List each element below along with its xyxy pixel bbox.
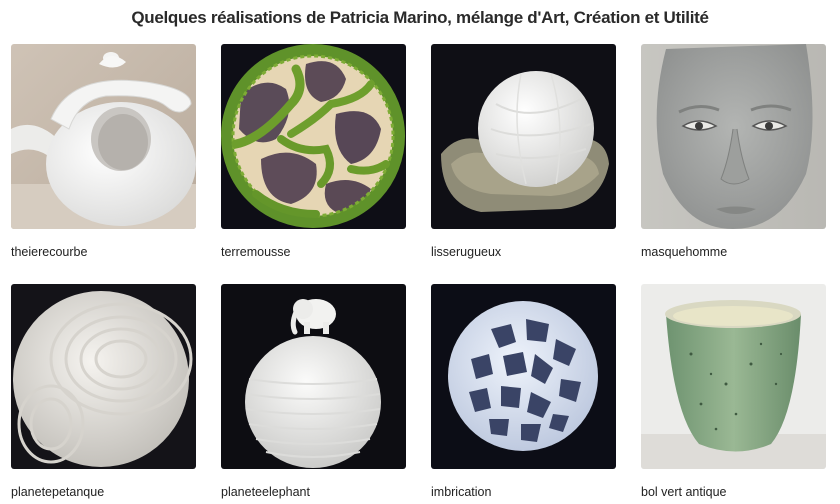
gallery-item-label[interactable]: terremousse <box>221 244 406 260</box>
gallery-item[interactable]: imbrication <box>431 284 616 504</box>
gallery-item-label[interactable]: bol vert antique <box>641 484 826 500</box>
gallery-thumbnail-moss-sphere[interactable] <box>221 44 406 229</box>
gallery-item[interactable]: bol vert antique <box>641 284 826 504</box>
gallery-thumbnail-textured-sphere[interactable] <box>11 284 196 469</box>
gallery-item-label[interactable]: imbrication <box>431 484 616 500</box>
gallery-item[interactable]: planeteelephant <box>221 284 406 504</box>
gallery-item-label[interactable]: masquehomme <box>641 244 826 260</box>
gallery-thumbnail-face-mask[interactable] <box>641 44 826 229</box>
gallery-thumbnail-lattice-sphere[interactable] <box>431 284 616 469</box>
gallery-thumbnail-elephant-jar[interactable] <box>221 284 406 469</box>
gallery-item-label[interactable]: planeteelephant <box>221 484 406 500</box>
gallery-item[interactable]: terremousse <box>221 44 406 284</box>
gallery-grid: theierecourbe terremousse lisserugueux m… <box>11 44 827 504</box>
gallery-item-label[interactable]: lisserugueux <box>431 244 616 260</box>
gallery-item[interactable]: theierecourbe <box>11 44 196 284</box>
page-title: Quelques réalisations de Patricia Marino… <box>131 8 709 27</box>
gallery-thumbnail-teapot[interactable] <box>11 44 196 229</box>
gallery-thumbnail-green-bowl[interactable] <box>641 284 826 469</box>
gallery-item-label[interactable]: theierecourbe <box>11 244 196 260</box>
gallery-item[interactable]: masquehomme <box>641 44 826 284</box>
gallery-thumbnail-smooth-rough-sphere[interactable] <box>431 44 616 229</box>
gallery-item[interactable]: planetepetanque <box>11 284 196 504</box>
gallery-item-label[interactable]: planetepetanque <box>11 484 196 500</box>
gallery-item[interactable]: lisserugueux <box>431 44 616 284</box>
